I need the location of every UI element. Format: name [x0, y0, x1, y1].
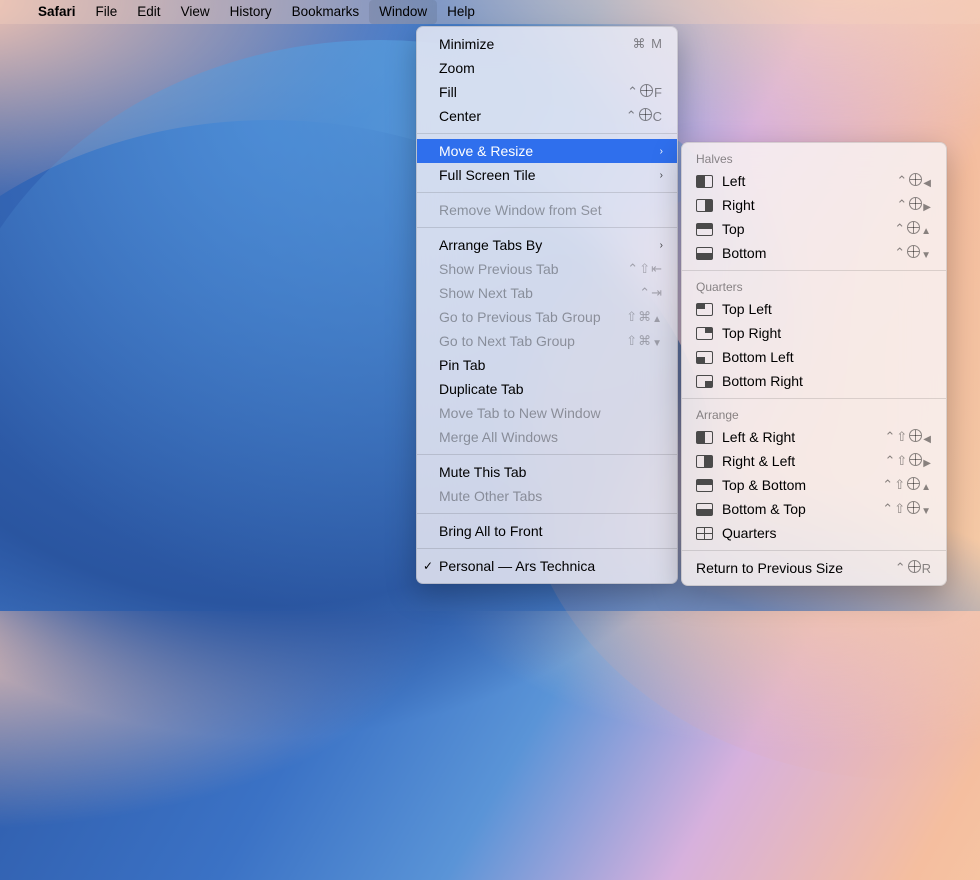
submenu-item[interactable]: Quarters: [682, 521, 946, 545]
menubar-item-help[interactable]: Help: [437, 0, 485, 24]
menu-item-label: Full Screen Tile: [439, 167, 660, 183]
submenu-item[interactable]: Left: [682, 169, 946, 193]
menubar-item-file[interactable]: File: [86, 0, 128, 24]
chevron-right-icon: ›: [660, 170, 663, 181]
menubar-item-history[interactable]: History: [220, 0, 282, 24]
menu-item: Go to Previous Tab Group: [417, 305, 677, 329]
submenu-item-label: Top & Bottom: [722, 477, 882, 493]
submenu-item[interactable]: Top & Bottom: [682, 473, 946, 497]
menu-item-label: Mute Other Tabs: [439, 488, 663, 504]
submenu-item[interactable]: Right: [682, 193, 946, 217]
check-icon: ✓: [423, 559, 433, 573]
submenu-section-header: Halves: [682, 148, 946, 169]
menu-item: Go to Next Tab Group: [417, 329, 677, 353]
submenu-item-label: Quarters: [722, 525, 932, 541]
submenu-section-header: Quarters: [682, 276, 946, 297]
half-right-icon: [696, 199, 713, 212]
menu-item-label: Duplicate Tab: [439, 381, 663, 397]
menu-item-label: Arrange Tabs By: [439, 237, 660, 253]
menu-item: Show Previous Tab: [417, 257, 677, 281]
submenu-item-label: Left & Right: [722, 429, 884, 445]
menu-item[interactable]: Move & Resize›: [417, 139, 677, 163]
menu-item-label: Merge All Windows: [439, 429, 663, 445]
half-top-icon: [696, 223, 713, 236]
submenu-item[interactable]: Right & Left: [682, 449, 946, 473]
menu-item: Move Tab to New Window: [417, 401, 677, 425]
menu-item-label: Center: [439, 108, 626, 124]
menu-item-label: Pin Tab: [439, 357, 663, 373]
submenu-item[interactable]: Top Left: [682, 297, 946, 321]
half-quarters-icon: [696, 527, 713, 540]
menu-item: Merge All Windows: [417, 425, 677, 449]
chevron-right-icon: ›: [660, 146, 663, 157]
menu-item[interactable]: ✓ Personal — Ars Technica: [417, 554, 677, 578]
menu-item[interactable]: Arrange Tabs By›: [417, 233, 677, 257]
menu-item-label: Move & Resize: [439, 143, 660, 159]
menu-item-label: Go to Previous Tab Group: [439, 309, 626, 325]
menu-item-label: Show Next Tab: [439, 285, 639, 301]
menu-item[interactable]: Pin Tab: [417, 353, 677, 377]
submenu-item-label: Right: [722, 197, 896, 213]
menu-item[interactable]: Mute This Tab: [417, 460, 677, 484]
half-bl-icon: [696, 351, 713, 364]
submenu-item-return[interactable]: Return to Previous Size R: [682, 556, 946, 580]
submenu-item-label: Top: [722, 221, 894, 237]
menu-item[interactable]: Center C: [417, 104, 677, 128]
half-bottom-icon: [696, 247, 713, 260]
half-rl-icon: [696, 455, 713, 468]
half-tb-icon: [696, 479, 713, 492]
half-lr-icon: [696, 431, 713, 444]
submenu-item-label: Bottom & Top: [722, 501, 882, 517]
window-menu: Minimize⌘ M Zoom Fill FCenter C Move & Resi…: [416, 26, 678, 584]
submenu-item[interactable]: Bottom Left: [682, 345, 946, 369]
submenu-item[interactable]: Top Right: [682, 321, 946, 345]
menu-item: Mute Other Tabs: [417, 484, 677, 508]
menu-item[interactable]: Fill F: [417, 80, 677, 104]
menu-item-label: Zoom: [439, 60, 663, 76]
menubar-item-edit[interactable]: Edit: [127, 0, 170, 24]
menu-item-label: Move Tab to New Window: [439, 405, 663, 421]
move-resize-submenu: Halves Left Right Top Bottom Quarters Top Left…: [681, 142, 947, 586]
chevron-right-icon: ›: [660, 240, 663, 251]
menu-item[interactable]: Duplicate Tab: [417, 377, 677, 401]
menu-item[interactable]: Bring All to Front: [417, 519, 677, 543]
submenu-item-label: Top Left: [722, 301, 932, 317]
menu-item-label: Bring All to Front: [439, 523, 663, 539]
half-br-icon: [696, 375, 713, 388]
menubar: Safari FileEditViewHistoryBookmarksWindo…: [0, 0, 980, 24]
menu-item[interactable]: Zoom: [417, 56, 677, 80]
submenu-item-label: Bottom: [722, 245, 894, 261]
half-tl-icon: [696, 303, 713, 316]
submenu-item[interactable]: Left & Right: [682, 425, 946, 449]
submenu-item[interactable]: Bottom & Top: [682, 497, 946, 521]
menu-item-label: Show Previous Tab: [439, 261, 627, 277]
submenu-item-label: Return to Previous Size: [696, 560, 895, 576]
menu-item-label: Go to Next Tab Group: [439, 333, 626, 349]
menu-item-label: Personal — Ars Technica: [439, 558, 663, 574]
menubar-item-window[interactable]: Window: [369, 0, 437, 24]
menu-item[interactable]: Full Screen Tile›: [417, 163, 677, 187]
menubar-item-view[interactable]: View: [171, 0, 220, 24]
submenu-item[interactable]: Bottom Right: [682, 369, 946, 393]
menu-item: Remove Window from Set: [417, 198, 677, 222]
submenu-item-label: Bottom Right: [722, 373, 932, 389]
menubar-item-bookmarks[interactable]: Bookmarks: [282, 0, 370, 24]
menu-item-label: Remove Window from Set: [439, 202, 663, 218]
menu-item-label: Mute This Tab: [439, 464, 663, 480]
menu-item: Show Next Tab: [417, 281, 677, 305]
submenu-item[interactable]: Top: [682, 217, 946, 241]
menu-item[interactable]: Minimize⌘ M: [417, 32, 677, 56]
half-tr-icon: [696, 327, 713, 340]
submenu-item[interactable]: Bottom: [682, 241, 946, 265]
half-left-icon: [696, 175, 713, 188]
menu-item-label: Minimize: [439, 36, 633, 52]
submenu-item-label: Right & Left: [722, 453, 884, 469]
app-menu[interactable]: Safari: [28, 0, 86, 24]
menu-item-label: Fill: [439, 84, 627, 100]
submenu-item-label: Bottom Left: [722, 349, 932, 365]
half-bt-icon: [696, 503, 713, 516]
submenu-item-label: Top Right: [722, 325, 932, 341]
submenu-section-header: Arrange: [682, 404, 946, 425]
submenu-item-label: Left: [722, 173, 896, 189]
